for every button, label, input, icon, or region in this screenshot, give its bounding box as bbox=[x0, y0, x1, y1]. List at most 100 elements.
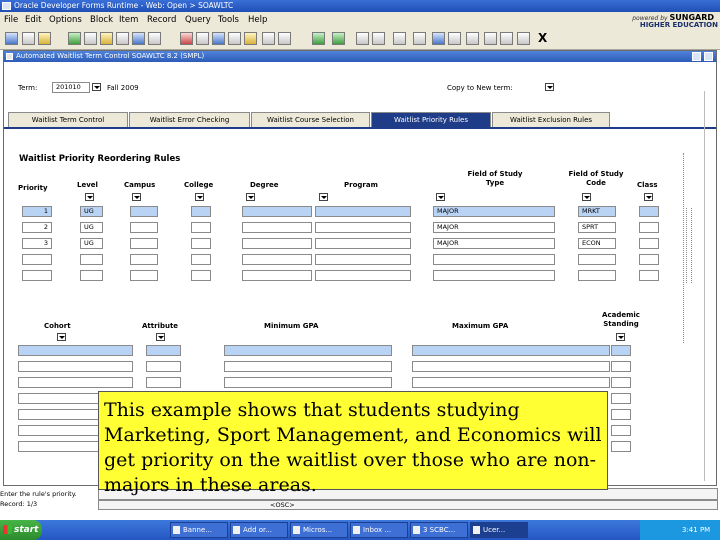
program-lookup-icon[interactable] bbox=[319, 193, 328, 201]
help-online-icon[interactable] bbox=[517, 32, 530, 45]
degree-field[interactable] bbox=[242, 254, 312, 265]
level-field[interactable] bbox=[80, 254, 103, 265]
taskbar-item[interactable]: Inbox ... bbox=[350, 522, 408, 538]
degree-field[interactable] bbox=[242, 270, 312, 281]
campus-field[interactable] bbox=[130, 254, 158, 265]
campus-lookup-icon[interactable] bbox=[132, 193, 141, 201]
first-record-icon[interactable] bbox=[312, 32, 325, 45]
menu-block[interactable]: Block bbox=[90, 15, 113, 25]
help-icon[interactable] bbox=[432, 32, 445, 45]
duplicate-record-icon[interactable] bbox=[393, 32, 406, 45]
taskbar-item[interactable]: Micros... bbox=[290, 522, 348, 538]
fos-code-lookup-icon[interactable] bbox=[582, 193, 591, 201]
academic-standing-field[interactable] bbox=[611, 345, 631, 356]
min-gpa-field[interactable] bbox=[224, 345, 392, 356]
previous-record-icon[interactable] bbox=[356, 32, 369, 45]
cancel-query-icon[interactable] bbox=[244, 32, 257, 45]
enter-query-icon[interactable] bbox=[212, 32, 225, 45]
degree-field[interactable] bbox=[242, 206, 312, 217]
copy-icon[interactable] bbox=[116, 32, 129, 45]
cut-icon[interactable] bbox=[100, 32, 113, 45]
count-query-icon[interactable] bbox=[484, 32, 497, 45]
taskbar-item[interactable]: Add or... bbox=[230, 522, 288, 538]
college-field[interactable] bbox=[191, 238, 211, 249]
menu-edit[interactable]: Edit bbox=[25, 15, 41, 25]
rollback-icon[interactable] bbox=[68, 32, 81, 45]
level-field[interactable] bbox=[80, 270, 103, 281]
last-record-icon[interactable] bbox=[372, 32, 385, 45]
tab-waitlist-priority-rules[interactable]: Waitlist Priority Rules bbox=[371, 112, 491, 127]
scrollbar-thumb[interactable] bbox=[686, 208, 692, 283]
level-field[interactable]: UG bbox=[80, 238, 103, 249]
program-field[interactable] bbox=[315, 222, 411, 233]
next-block-icon[interactable] bbox=[278, 32, 291, 45]
fos-code-field[interactable] bbox=[578, 270, 616, 281]
priority-field[interactable]: 3 bbox=[22, 238, 52, 249]
college-field[interactable] bbox=[191, 206, 211, 217]
start-button[interactable]: start bbox=[0, 520, 42, 540]
level-field[interactable]: UG bbox=[80, 222, 103, 233]
degree-field[interactable] bbox=[242, 238, 312, 249]
fos-code-field[interactable]: SPRT bbox=[578, 222, 616, 233]
max-gpa-field[interactable] bbox=[412, 345, 610, 356]
menu-query[interactable]: Query bbox=[185, 15, 211, 25]
print-icon[interactable] bbox=[22, 32, 35, 45]
menu-file[interactable]: File bbox=[4, 15, 18, 25]
campus-field[interactable] bbox=[130, 222, 158, 233]
level-lookup-icon[interactable] bbox=[85, 193, 94, 201]
fos-type-field[interactable]: MAJOR bbox=[433, 238, 555, 249]
vertical-scrollbar[interactable] bbox=[683, 153, 695, 343]
fos-type-field[interactable] bbox=[433, 270, 555, 281]
menu-tools[interactable]: Tools bbox=[218, 15, 239, 25]
fos-code-field[interactable] bbox=[578, 254, 616, 265]
cohort-field[interactable] bbox=[18, 345, 133, 356]
taskbar-item[interactable]: Banne... bbox=[170, 522, 228, 538]
minimize-icon[interactable] bbox=[692, 52, 701, 61]
lock-record-icon[interactable] bbox=[196, 32, 209, 45]
insert-record-icon[interactable] bbox=[148, 32, 161, 45]
menu-help[interactable]: Help bbox=[248, 15, 267, 25]
academic-standing-field[interactable] bbox=[611, 377, 631, 388]
attribute-field[interactable] bbox=[146, 345, 181, 356]
fos-type-field[interactable]: MAJOR bbox=[433, 206, 555, 217]
fos-code-field[interactable]: MRKT bbox=[578, 206, 616, 217]
college-lookup-icon[interactable] bbox=[195, 193, 204, 201]
extras-icon[interactable] bbox=[466, 32, 479, 45]
previous-block-icon[interactable] bbox=[262, 32, 275, 45]
tab-waitlist-error-checking[interactable]: Waitlist Error Checking bbox=[129, 112, 250, 127]
program-field[interactable] bbox=[315, 206, 411, 217]
exit-icon[interactable] bbox=[38, 32, 51, 45]
degree-field[interactable] bbox=[242, 222, 312, 233]
cohort-field[interactable] bbox=[18, 377, 133, 388]
campus-field[interactable] bbox=[130, 270, 158, 281]
fos-code-field[interactable]: ECON bbox=[578, 238, 616, 249]
close-form-button[interactable]: X bbox=[538, 31, 547, 45]
program-field[interactable] bbox=[315, 270, 411, 281]
copy-term-lookup-icon[interactable] bbox=[545, 83, 554, 91]
tab-waitlist-course-selection[interactable]: Waitlist Course Selection bbox=[251, 112, 370, 127]
academic-standing-field[interactable] bbox=[611, 361, 631, 372]
tab-waitlist-term-control[interactable]: Waitlist Term Control bbox=[8, 112, 128, 127]
form-scrollbar[interactable] bbox=[704, 91, 713, 481]
cohort-field[interactable] bbox=[18, 361, 133, 372]
attribute-lookup-icon[interactable] bbox=[156, 333, 165, 341]
save-icon[interactable] bbox=[5, 32, 18, 45]
academic-standing-field[interactable] bbox=[611, 441, 631, 452]
term-input[interactable]: 201010 bbox=[52, 82, 90, 93]
next-record-icon[interactable] bbox=[332, 32, 345, 45]
college-field[interactable] bbox=[191, 270, 211, 281]
fos-type-lookup-icon[interactable] bbox=[436, 193, 445, 201]
class-field[interactable] bbox=[639, 254, 659, 265]
execute-query-icon[interactable] bbox=[228, 32, 241, 45]
max-gpa-field[interactable] bbox=[412, 377, 610, 388]
class-field[interactable] bbox=[639, 222, 659, 233]
program-field[interactable] bbox=[315, 238, 411, 249]
academic-standing-lookup-icon[interactable] bbox=[616, 333, 625, 341]
menu-record[interactable]: Record bbox=[147, 15, 176, 25]
academic-standing-field[interactable] bbox=[611, 393, 631, 404]
class-lookup-icon[interactable] bbox=[644, 193, 653, 201]
min-gpa-field[interactable] bbox=[224, 377, 392, 388]
select-icon[interactable] bbox=[84, 32, 97, 45]
term-lookup-icon[interactable] bbox=[92, 83, 101, 91]
min-gpa-field[interactable] bbox=[224, 361, 392, 372]
